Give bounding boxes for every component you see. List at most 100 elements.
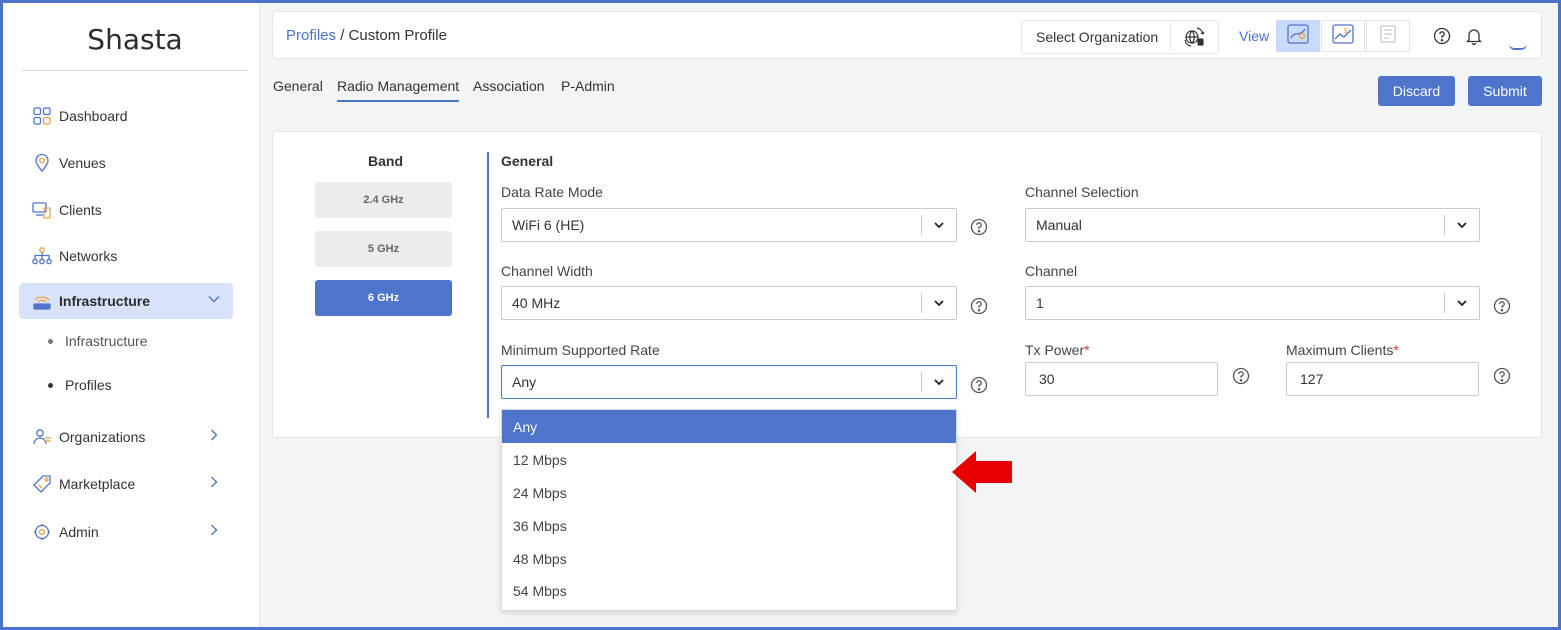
svg-text:$: $ (1343, 26, 1348, 35)
dropdown-option[interactable]: 48 Mbps (502, 542, 956, 575)
admin-gear-icon (31, 521, 53, 543)
help-icon[interactable] (1433, 27, 1451, 50)
sidebar-subitem-profiles[interactable]: Profiles (48, 377, 112, 393)
chevron-down-icon (1445, 297, 1479, 309)
tx-power-label-text: Tx Power (1025, 342, 1085, 358)
tab-association[interactable]: Association (473, 78, 545, 94)
sidebar-item-organizations[interactable]: Organizations (19, 419, 233, 455)
tab-general[interactable]: General (273, 78, 323, 94)
sidebar-subitem-infrastructure[interactable]: Infrastructure (48, 333, 147, 349)
submit-button[interactable]: Submit (1468, 76, 1542, 106)
channel-width-label: Channel Width (501, 263, 593, 279)
max-clients-input[interactable]: 127 (1286, 362, 1479, 396)
select-value: Any (512, 374, 537, 390)
help-icon[interactable] (970, 376, 988, 394)
sidebar-item-label: Dashboard (59, 108, 128, 124)
select-value: WiFi 6 (HE) (512, 217, 585, 233)
dropdown-option[interactable]: 36 Mbps (502, 509, 956, 542)
min-supported-rate-select[interactable]: Any (501, 365, 957, 399)
marketplace-icon (31, 473, 53, 495)
avatar[interactable] (1509, 44, 1527, 50)
help-icon[interactable] (1232, 367, 1250, 385)
data-rate-mode-label: Data Rate Mode (501, 184, 603, 200)
required-marker: * (1393, 342, 1399, 358)
channel-selection-select[interactable]: Manual (1025, 208, 1480, 242)
chevron-down-icon (207, 292, 221, 309)
sidebar-item-label: Admin (59, 524, 99, 540)
sidebar-item-label: Marketplace (59, 476, 136, 492)
help-icon[interactable] (1493, 367, 1511, 385)
view-report-button[interactable] (1366, 20, 1410, 52)
channel-width-select[interactable]: 40 MHz (501, 286, 957, 320)
select-value: Manual (1036, 217, 1082, 233)
select-organization-button[interactable]: Select Organization (1021, 20, 1219, 54)
required-marker: * (1084, 342, 1090, 358)
chevron-down-icon (922, 219, 956, 231)
red-arrow-icon (950, 449, 1014, 500)
band-option-2-4ghz[interactable]: 2.4 GHz (315, 182, 452, 218)
finance-chart-icon: $ (1332, 23, 1354, 49)
sidebar-item-venues[interactable]: Venues (19, 145, 233, 181)
dashboard-icon (31, 105, 53, 127)
channel-select[interactable]: 1 (1025, 286, 1480, 320)
help-icon[interactable] (1493, 297, 1511, 315)
discard-button[interactable]: Discard (1378, 76, 1455, 106)
help-icon[interactable] (970, 297, 988, 315)
infrastructure-icon (31, 290, 53, 312)
bullet (48, 382, 53, 388)
dropdown-option[interactable]: Any (502, 410, 956, 443)
help-icon[interactable] (970, 218, 988, 236)
chevron-right-icon (207, 428, 221, 445)
bell-icon[interactable] (1465, 27, 1483, 50)
sidebar-item-label: Clients (59, 202, 102, 218)
breadcrumb: Profiles / Custom Profile (286, 27, 447, 44)
sidebar-item-label: Networks (59, 248, 118, 264)
map-view-icon (1287, 23, 1309, 49)
breadcrumb-link-profiles[interactable]: Profiles (286, 27, 336, 44)
max-clients-label: Maximum Clients* (1286, 342, 1399, 358)
tab-p-admin[interactable]: P-Admin (561, 78, 615, 94)
tab-radio-management[interactable]: Radio Management (337, 78, 460, 102)
sidebar-item-infrastructure[interactable]: Infrastructure (19, 283, 233, 319)
sidebar-item-clients[interactable]: Clients (19, 192, 233, 228)
sidebar-item-label: Venues (59, 155, 106, 171)
chevron-right-icon (207, 523, 221, 540)
sidebar-item-label: Organizations (59, 429, 146, 445)
select-organization-label: Select Organization (1036, 29, 1159, 45)
min-supported-rate-dropdown: Any 12 Mbps 24 Mbps 36 Mbps 48 Mbps 54 M… (501, 409, 957, 611)
view-map-button[interactable] (1276, 20, 1320, 52)
chevron-down-icon (1445, 219, 1479, 231)
band-option-6ghz[interactable]: 6 GHz (315, 280, 452, 316)
min-supported-rate-label: Minimum Supported Rate (501, 342, 660, 358)
breadcrumb-separator: / (336, 27, 349, 44)
tx-power-input[interactable]: 30 (1025, 362, 1218, 396)
brand-logo: Shasta (87, 23, 183, 56)
dropdown-option[interactable]: 12 Mbps (502, 443, 956, 476)
band-option-5ghz[interactable]: 5 GHz (315, 231, 452, 267)
divider (22, 70, 248, 71)
breadcrumb-current: Custom Profile (348, 27, 447, 44)
channel-selection-label: Channel Selection (1025, 184, 1139, 200)
sidebar-item-networks[interactable]: Networks (19, 238, 233, 274)
dropdown-option[interactable]: 24 Mbps (502, 476, 956, 509)
location-pin-icon (31, 152, 53, 174)
sidebar-item-admin[interactable]: Admin (19, 514, 233, 550)
data-rate-mode-select[interactable]: WiFi 6 (HE) (501, 208, 957, 242)
sidebar-item-marketplace[interactable]: Marketplace (19, 466, 233, 502)
top-header: Profiles / Custom Profile Select Organiz… (272, 11, 1542, 59)
select-value: 1 (1036, 295, 1044, 311)
sidebar-subitem-label: Profiles (65, 377, 112, 393)
network-icon (31, 245, 53, 267)
organizations-icon (31, 426, 53, 448)
clients-icon (31, 199, 53, 221)
sidebar-item-label: Infrastructure (59, 293, 151, 309)
chevron-down-icon (922, 376, 956, 388)
dropdown-option[interactable]: 54 Mbps (502, 574, 956, 607)
globe-switch-icon (1171, 26, 1218, 48)
tx-power-label: Tx Power* (1025, 342, 1090, 358)
view-finance-button[interactable]: $ (1321, 20, 1365, 52)
bullet (48, 338, 53, 344)
sidebar-item-dashboard[interactable]: Dashboard (19, 98, 233, 134)
max-clients-label-text: Maximum Clients (1286, 342, 1394, 358)
band-title: Band (368, 153, 403, 169)
